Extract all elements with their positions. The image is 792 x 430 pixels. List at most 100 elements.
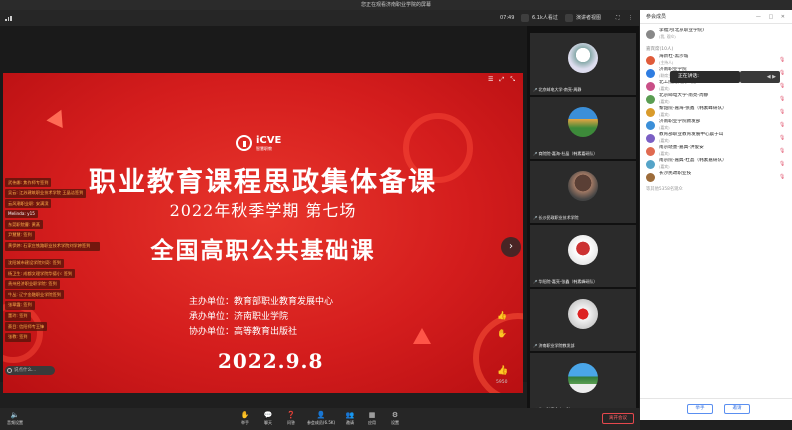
participant-row[interactable]: 南京院-嘉典-杜晶（韩素嘉研队） (嘉宾) 🎙 bbox=[640, 158, 792, 171]
participants-header: 参会成员 — □ ✕ bbox=[640, 10, 792, 24]
more-icon[interactable]: ⋮ bbox=[628, 13, 633, 23]
participant-role: (嘉宾) bbox=[659, 125, 670, 130]
participant-row[interactable]: 济南职业学院教发部 (嘉宾) 🎙 bbox=[640, 119, 792, 132]
decorative-triangle bbox=[46, 105, 70, 129]
video-tile[interactable]: 华阳院-嘉亮-张鑫（韩素峰研队） bbox=[530, 225, 636, 287]
video-tile[interactable]: 北京邮电大学-南亮-周静 bbox=[530, 33, 636, 95]
speaker-icon: 🔈 bbox=[10, 411, 20, 419]
like-button[interactable]: 👍 bbox=[497, 366, 508, 376]
menu-icon[interactable]: ☰ bbox=[488, 76, 493, 84]
mic-off-icon: 🎙 bbox=[779, 109, 786, 115]
heart-reaction-icon: 👍 bbox=[497, 311, 507, 320]
participant-row[interactable]: 教育部职业教育发展中心晨于山 (嘉宾) 🎙 bbox=[640, 132, 792, 145]
fullscreen-icon[interactable]: ⛶ bbox=[616, 13, 620, 23]
video-tile[interactable]: 北工院宿舍宾三院 bbox=[530, 353, 636, 415]
video-tile-label: 北京邮电大学-南亮-周静 bbox=[533, 87, 581, 93]
chat-message: Melinda: y15 bbox=[5, 209, 38, 218]
meeting-window: 您正在观看济南职业学院的屏幕 07:49 6.1k人看过 演讲者视图 ⛶ ⋮ ☰… bbox=[0, 0, 792, 430]
participant-row[interactable]: 海新杜-黑沙城 (主持人) 🎙 bbox=[640, 54, 792, 67]
speaker-view-button[interactable]: 演讲者视图 bbox=[576, 13, 601, 23]
video-tile[interactable]: 济南职业学院教发部 bbox=[530, 289, 636, 351]
participant-row[interactable]: 南京晓墨-嘉典-洪俊安 (嘉宾) 🎙 bbox=[640, 145, 792, 158]
video-tile-label: 长沙民政职业技术学院 bbox=[533, 215, 578, 221]
avatar bbox=[646, 173, 655, 182]
decorative-triangle bbox=[413, 328, 431, 344]
toolbar-label: 举手 bbox=[241, 420, 249, 425]
logo-name: iCVE bbox=[256, 134, 282, 146]
chat-input-placeholder: 说点什么... bbox=[14, 368, 37, 373]
avatar bbox=[646, 108, 655, 117]
mic-off-icon: 🎙 bbox=[779, 174, 786, 180]
avatar bbox=[568, 363, 598, 393]
signal-icon bbox=[5, 15, 13, 21]
more-participants-link[interactable]: 等其他5358名观众 bbox=[640, 184, 792, 192]
chat-message: 张教: 签到 bbox=[5, 332, 31, 342]
gear-icon: ⚙ bbox=[391, 411, 399, 419]
clap-reaction-icon: ✋ bbox=[497, 329, 507, 338]
raise-hand-toolbar-button[interactable]: ✋ 举手 bbox=[235, 411, 255, 426]
mic-off-icon: 🎙 bbox=[779, 57, 786, 63]
chat-message: 贵州经济职业职学院: 签到 bbox=[5, 279, 60, 289]
participant-row[interactable]: 黎韶院-嘉海-张鑫（韩素峰研队） (嘉宾) 🎙 bbox=[640, 106, 792, 119]
participant-role: (嘉宾) bbox=[659, 112, 670, 117]
avatar bbox=[568, 43, 598, 73]
leave-meeting-button[interactable]: 离开会议 bbox=[602, 413, 634, 424]
meeting-toolbar: 🔈 音频设置 ✋ 举手 💬 聊天 ❓ 问答 👤 参会成员(6.5K) 👥 邀请 … bbox=[0, 408, 640, 430]
avatar bbox=[568, 171, 598, 201]
settings-button[interactable]: ⚙ 设置 bbox=[385, 411, 405, 426]
avatar bbox=[646, 95, 655, 104]
participant-role: (嘉宾) bbox=[659, 86, 670, 91]
chat-message: 沈阳城市建设学院刘奇: 签到 bbox=[5, 258, 64, 268]
collapse-icon[interactable]: ⤡ bbox=[510, 76, 515, 84]
avatar bbox=[646, 121, 655, 130]
viewer-count: 6.1k人看过 bbox=[532, 15, 558, 21]
apps-button[interactable]: ▦ 应用 bbox=[362, 411, 382, 426]
chat-input[interactable]: 说点什么... bbox=[5, 366, 55, 375]
video-tiles-column: 北京邮电大学-南亮-周静 商院院-嘉海-杜晶（韩素嘉研队） 长沙民政职业技术学院… bbox=[527, 26, 639, 415]
like-count: 5950 bbox=[496, 380, 508, 385]
participant-role: (主持人) bbox=[659, 60, 674, 65]
participants-tab[interactable]: 参会成员 bbox=[646, 14, 666, 20]
avatar bbox=[568, 299, 598, 329]
toolbar-label: 应用 bbox=[368, 420, 376, 425]
invite-button[interactable]: 邀请 bbox=[724, 404, 750, 414]
participant-name: 长沙民政职业技 bbox=[659, 171, 692, 176]
qa-button[interactable]: ❓ 问答 bbox=[281, 411, 301, 426]
chat-message: 杨卫生: 成都文理学院华德小: 签到 bbox=[5, 269, 76, 279]
chat-message: 董玲: 签到 bbox=[5, 311, 31, 321]
video-tile[interactable]: 长沙民政职业技术学院 bbox=[530, 161, 636, 223]
next-slide-button[interactable]: › bbox=[501, 237, 521, 257]
toolbar-label: 聊天 bbox=[264, 420, 272, 425]
window-controls[interactable]: — □ ✕ bbox=[756, 10, 788, 24]
window-titlebar: 您正在观看济南职业学院的屏幕 bbox=[0, 0, 792, 10]
speaking-tooltip-actions[interactable]: ◀ ▶ bbox=[740, 71, 780, 83]
avatar bbox=[646, 56, 655, 65]
hand-icon: ✋ bbox=[240, 411, 250, 419]
audio-settings-label: 音频设置 bbox=[7, 420, 23, 425]
emoji-icon[interactable] bbox=[7, 368, 12, 373]
expand-icon[interactable]: ⤢ bbox=[499, 76, 504, 84]
avatar bbox=[646, 30, 655, 39]
chat-message: 牛丛: 辽宁金融职业学院签到 bbox=[5, 290, 64, 300]
participant-role: (我, 观众) bbox=[659, 34, 676, 39]
avatar bbox=[568, 235, 598, 265]
invite-toolbar-button[interactable]: 👥 邀请 bbox=[340, 411, 360, 426]
participants-button[interactable]: 👤 参会成员(6.5K) bbox=[304, 411, 338, 426]
org-co-organizer: 协办单位：高等教育出版社 bbox=[189, 327, 298, 337]
grid-icon[interactable] bbox=[565, 14, 573, 22]
audio-settings-button[interactable]: 🔈 音频设置 bbox=[3, 411, 27, 426]
mic-off-icon: 🎙 bbox=[779, 135, 786, 141]
participant-row[interactable]: 长沙民政职业技 🎙 bbox=[640, 171, 792, 184]
participant-self[interactable]: 李福河(北京职业学院) (我, 观众) bbox=[640, 28, 792, 43]
raise-hand-button[interactable]: 举手 bbox=[687, 404, 713, 414]
video-tile[interactable]: 商院院-嘉海-杜晶（韩素嘉研队） bbox=[530, 97, 636, 159]
participant-row[interactable]: 北京邮电大学-南亮-周静 (嘉宾) 🎙 bbox=[640, 93, 792, 106]
avatar bbox=[568, 107, 598, 137]
chat-button[interactable]: 💬 聊天 bbox=[258, 411, 278, 426]
people-icon: 👤 bbox=[316, 411, 326, 419]
org-organizer: 承办单位：济南职业学院 bbox=[189, 312, 289, 322]
viewers-icon bbox=[521, 14, 529, 22]
chat-message: 武伟娜: 焦作师专签到 bbox=[5, 178, 52, 187]
video-tile-label: 济南职业学院教发部 bbox=[533, 343, 574, 349]
participant-role: (嘉宾) bbox=[659, 151, 670, 156]
